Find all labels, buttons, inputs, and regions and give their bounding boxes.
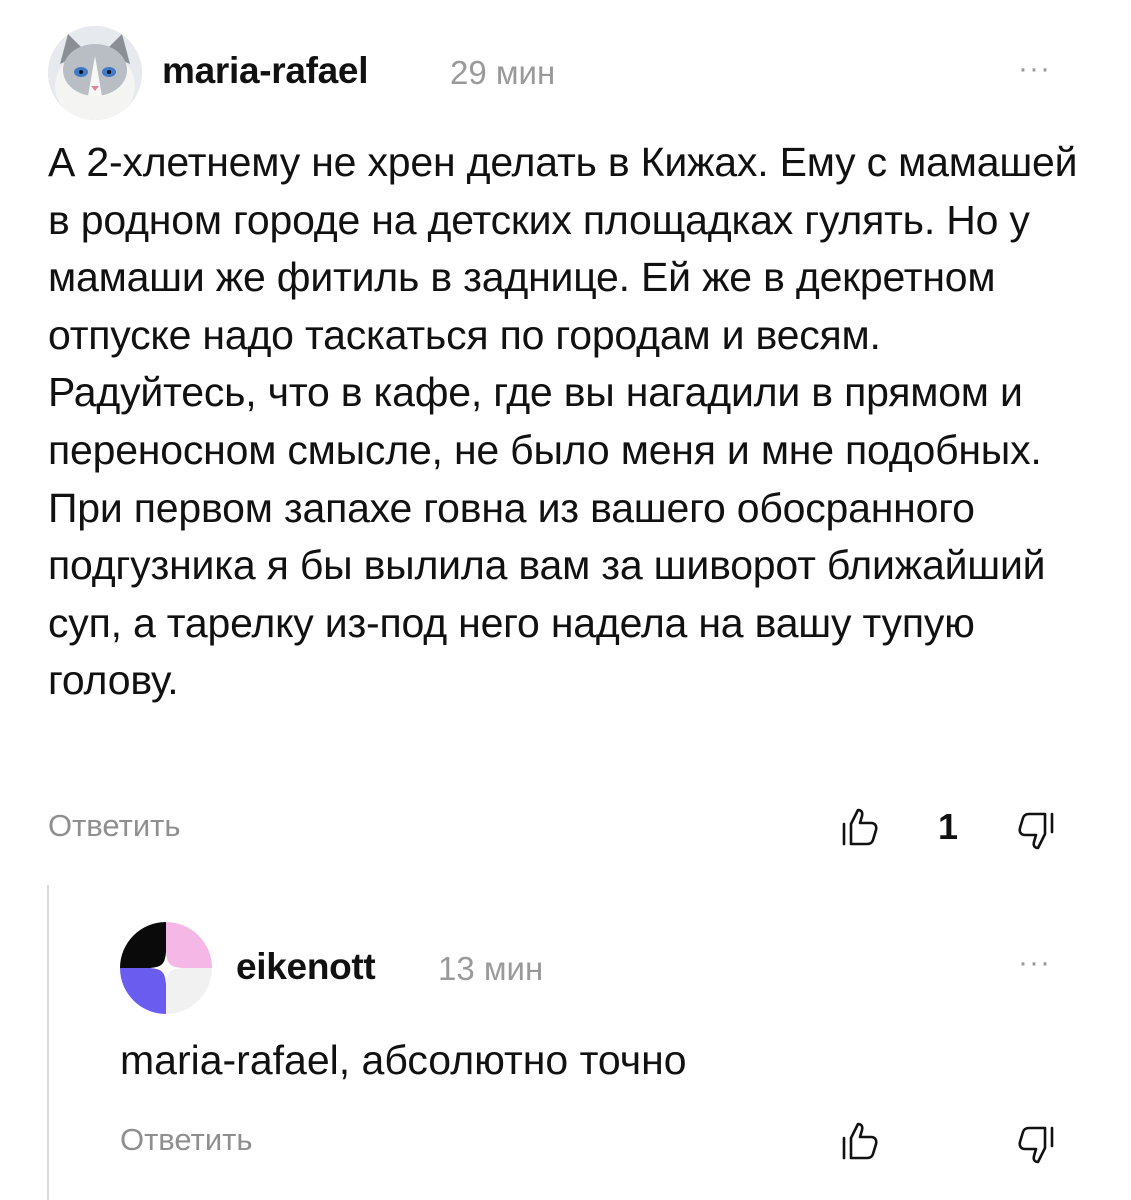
thumbs-down-icon[interactable] <box>1012 1122 1058 1168</box>
reply-button[interactable]: Ответить <box>120 1122 253 1158</box>
more-options-icon[interactable]: ··· <box>1018 946 1051 980</box>
user-avatar[interactable] <box>120 922 212 1014</box>
comment-text: maria-rafael, абсолютно точно <box>120 1037 687 1083</box>
comment-time: 13 мин <box>438 950 544 987</box>
geometric-avatar-icon <box>120 922 212 1014</box>
author-name[interactable]: eikenott <box>236 946 376 988</box>
thumbs-up-icon[interactable] <box>838 1118 884 1164</box>
reply-comment: eikenott 13 мин ··· maria-rafael, абсолю… <box>0 0 1131 1200</box>
